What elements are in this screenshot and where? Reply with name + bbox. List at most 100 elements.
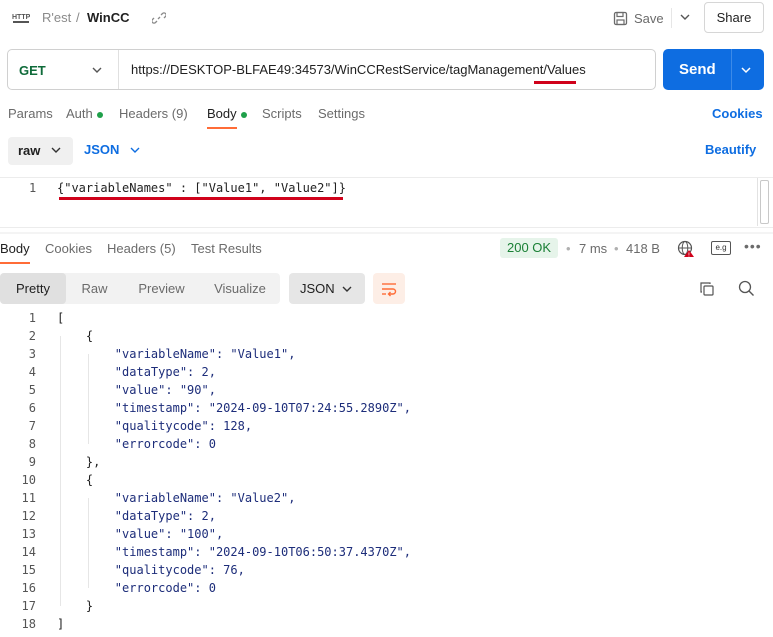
chevron-down-icon[interactable] [342,285,352,293]
send-divider [731,49,732,90]
beautify-button[interactable]: Beautify [705,142,756,157]
code-line: 18] [0,615,773,633]
body-annotation-underline [59,197,343,200]
line-number: 1 [28,311,36,325]
response-tab-test-results[interactable]: Test Results [191,241,262,256]
line-number: 13 [21,527,36,541]
response-tab-body[interactable]: Body [0,241,30,256]
globe-icon[interactable]: ! [677,240,695,258]
code-line: 15 "qualitycode": 76, [0,561,773,579]
line-number: 2 [28,329,36,343]
code-line: 17 } [0,597,773,615]
method-select[interactable]: GET [19,63,46,78]
url-annotation-underline [534,81,576,84]
code-line: 16 "errorcode": 0 [0,579,773,597]
tab-headers[interactable]: Headers (9) [119,106,188,121]
link-icon[interactable] [152,11,166,25]
code-line: 6 "timestamp": "2024-09-10T07:24:55.2890… [0,399,773,417]
cookies-link[interactable]: Cookies [712,106,763,121]
meta-separator: • [566,241,571,256]
code-line: 12 "dataType": 2, [0,507,773,525]
wrap-icon [382,283,397,297]
body-mode-label[interactable]: raw [18,143,40,158]
breadcrumb-collection[interactable]: R'est [42,10,71,25]
line-number: 4 [28,365,36,379]
code-line: 2 { [0,327,773,345]
line-number: 11 [21,491,36,505]
response-format-label[interactable]: JSON [300,281,335,296]
svg-text:HTTP: HTTP [12,14,30,21]
chevron-down-icon[interactable] [51,146,61,154]
code-line: 8 "errorcode": 0 [0,435,773,453]
meta-separator: • [614,241,619,256]
tab-params[interactable]: Params [8,106,53,121]
breadcrumb-separator: / [76,10,80,25]
view-raw[interactable]: Raw [66,273,123,304]
http-icon: HTTP [12,14,30,23]
line-number: 16 [21,581,36,595]
tab-auth[interactable]: Auth [66,106,103,121]
editor-border [0,177,773,178]
save-as-example-icon[interactable]: e.g [711,241,731,255]
line-number: 7 [28,419,36,433]
line-number: 1 [29,181,37,195]
line-number: 10 [21,473,36,487]
line-number: 3 [28,347,36,361]
send-label[interactable]: Send [679,61,716,78]
response-tab-cookies[interactable]: Cookies [45,241,92,256]
editor-border [0,227,773,228]
save-icon [613,11,628,25]
line-number: 6 [28,401,36,415]
active-tab-indicator [0,262,30,264]
response-size[interactable]: 418 B [626,241,660,256]
share-button[interactable]: Share [704,2,764,33]
url-input[interactable]: https://DESKTOP-BLFAE49:34573/WinCCRestS… [131,62,586,77]
code-line: 11 "variableName": "Value2", [0,489,773,507]
line-number: 17 [21,599,36,613]
response-tab-headers[interactable]: Headers (5) [107,241,176,256]
request-header: HTTP R'est / WinCC Save Share [0,0,773,36]
chevron-down-icon[interactable] [92,66,102,74]
code-line: 13 "value": "100", [0,525,773,543]
tab-scripts[interactable]: Scripts [262,106,302,121]
code-line: 3 "variableName": "Value1", [0,345,773,363]
status-dot [96,111,103,118]
save-label: Save [634,10,664,26]
request-body-editor[interactable]: {"variableNames" : ["Value1", "Value2"]} [57,181,346,195]
status-badge[interactable]: 200 OK [500,238,559,258]
copy-icon[interactable] [699,281,715,297]
line-number: 18 [21,617,36,631]
code-line: 9 }, [0,453,773,471]
code-line: 7 "qualitycode": 128, [0,417,773,435]
line-number: 12 [21,509,36,523]
code-line: 1[ [0,309,773,327]
url-divider [118,50,119,89]
status-dot [240,111,247,118]
chevron-down-icon[interactable] [741,66,751,74]
code-line: 14 "timestamp": "2024-09-10T06:50:37.437… [0,543,773,561]
view-preview[interactable]: Preview [123,273,200,304]
code-line: 5 "value": "90", [0,381,773,399]
code-line: 4 "dataType": 2, [0,363,773,381]
line-number: 15 [21,563,36,577]
response-time[interactable]: 7 ms [579,241,607,256]
tab-settings[interactable]: Settings [318,106,365,121]
save-button[interactable]: Save [613,7,664,29]
tab-body[interactable]: Body [207,106,247,121]
request-name[interactable]: WinCC [87,10,130,25]
chevron-down-icon[interactable] [680,12,690,22]
line-number: 14 [21,545,36,559]
more-icon[interactable]: ••• [744,238,762,254]
pane-splitter[interactable] [0,232,773,234]
line-number: 5 [28,383,36,397]
line-number: 9 [28,455,36,469]
save-divider [671,8,672,28]
view-pretty[interactable]: Pretty [0,273,66,304]
editor-scrollbar-thumb[interactable] [760,180,769,224]
view-visualize[interactable]: Visualize [200,273,280,304]
body-language-select[interactable]: JSON [84,142,119,157]
active-tab-indicator [207,127,237,129]
search-icon[interactable] [738,280,755,297]
line-number: 8 [28,437,36,451]
chevron-down-icon[interactable] [130,146,140,154]
